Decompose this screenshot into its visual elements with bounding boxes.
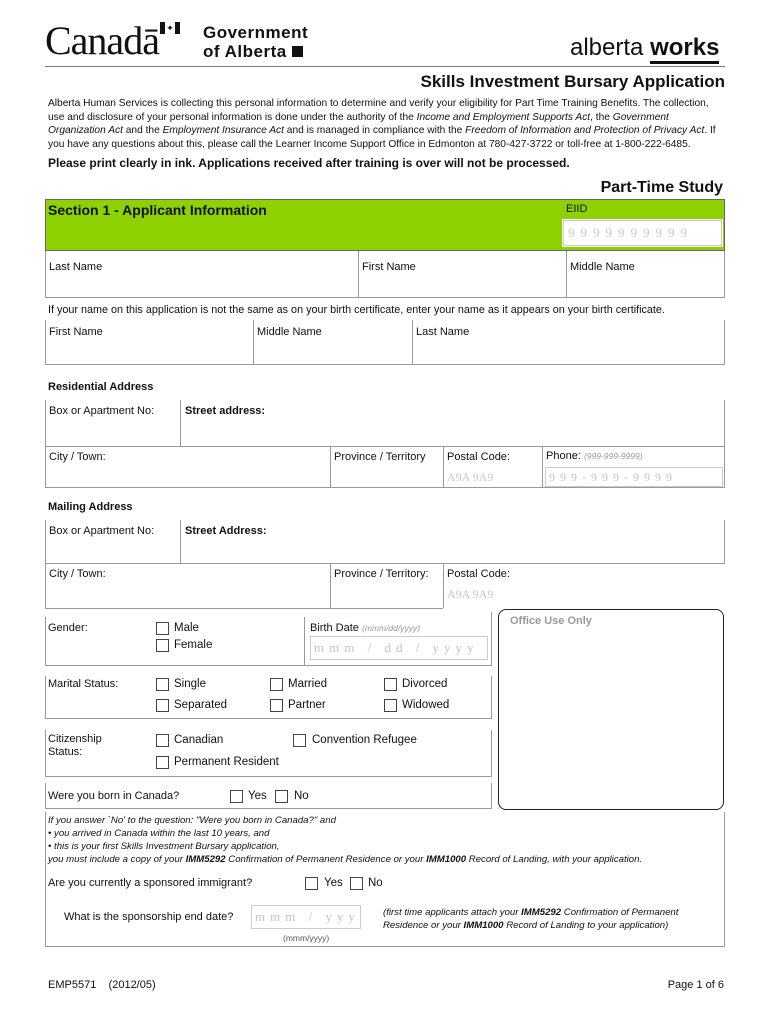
marital-widowed-checkbox[interactable] <box>384 699 397 712</box>
citizenship-canadian-label: Canadian <box>174 734 224 746</box>
res-city-field[interactable]: City / Town: <box>49 451 106 463</box>
marital-married-label: Married <box>288 678 327 690</box>
eiid-input[interactable]: 9999999999 <box>562 219 723 247</box>
brand-light: alberta <box>570 34 644 61</box>
canada-wordmark: Canadā <box>45 18 160 63</box>
form-code: EMP5571 (2012/05) <box>48 979 156 991</box>
last-name-field[interactable]: Last Name <box>49 261 102 273</box>
government-of-alberta-logo: Government of Alberta <box>203 23 308 61</box>
res-postal-label: Postal Code: <box>447 451 510 463</box>
gender-female-label: Female <box>174 639 213 651</box>
alberta-square-icon <box>291 46 303 57</box>
sponsored-yes-label: Yes <box>324 877 343 889</box>
print-notice: Please print clearly in ink. Application… <box>48 156 570 170</box>
mailing-heading: Mailing Address <box>48 501 133 513</box>
marital-partner-checkbox[interactable] <box>270 699 283 712</box>
gov-line1: Government <box>203 23 309 42</box>
res-street-field[interactable]: Street address: <box>185 405 265 417</box>
brand-bold: works <box>650 34 720 64</box>
gender-female-checkbox[interactable] <box>156 639 169 652</box>
mail-postal-input[interactable]: A9A 9A9 <box>447 587 493 602</box>
immigration-note: If you answer `No' to the question: "Wer… <box>48 815 643 865</box>
study-type: Part-Time Study <box>600 179 723 196</box>
born-in-canada-label: Were you born in Canada? <box>48 790 180 802</box>
citizenship-canadian-checkbox[interactable] <box>156 734 169 747</box>
citizenship-pr-checkbox[interactable] <box>156 756 169 769</box>
sponsored-label: Are you currently a sponsored immigrant? <box>48 877 253 889</box>
res-postal-input[interactable]: A9A 9A9 <box>447 470 493 485</box>
privacy-notice: Alberta Human Services is collecting thi… <box>48 98 716 150</box>
sponsored-no-label: No <box>368 877 383 889</box>
born-yes-label: Yes <box>248 790 267 802</box>
res-phone-input[interactable]: 999-999-9999 <box>545 467 723 487</box>
mail-street-field[interactable]: Street Address: <box>185 525 267 537</box>
sponsorship-note: (first time applicants attach your IMM52… <box>383 907 679 931</box>
canada-flag-icon: ✦ <box>160 22 180 34</box>
marital-single-label: Single <box>174 678 206 690</box>
bc-last-name-field[interactable]: Last Name <box>416 326 469 338</box>
marital-partner-label: Partner <box>288 699 326 711</box>
marital-separated-label: Separated <box>174 699 228 711</box>
residential-heading: Residential Address <box>48 381 154 393</box>
gender-label: Gender: <box>48 622 88 634</box>
marital-divorced-checkbox[interactable] <box>384 678 397 691</box>
citizenship-label: Citizenship Status: <box>48 733 102 758</box>
res-box-apt-field[interactable]: Box or Apartment No: <box>49 405 154 417</box>
marital-widowed-label: Widowed <box>402 699 450 711</box>
header-rule <box>45 66 725 67</box>
sponsored-yes-checkbox[interactable] <box>305 877 318 890</box>
birth-cert-name-row <box>45 320 725 365</box>
middle-name-field[interactable]: Middle Name <box>570 261 635 273</box>
page-title: Skills Investment Bursary Application <box>420 72 725 91</box>
citizenship-refugee-label: Convention Refugee <box>312 734 417 746</box>
gender-male-label: Male <box>174 622 199 634</box>
sponsorship-end-label: What is the sponsorship end date? <box>64 911 234 923</box>
section-title: Section 1 - Applicant Information <box>48 202 267 218</box>
page-number: Page 1 of 6 <box>667 979 724 991</box>
birth-date-input[interactable]: mmm / dd / yyyy <box>310 636 488 660</box>
mail-city-field[interactable]: City / Town: <box>49 568 106 580</box>
citizenship-pr-label: Permanent Resident <box>174 756 279 768</box>
sponsored-no-checkbox[interactable] <box>350 877 363 890</box>
sponsorship-end-hint: (mmm/yyyy) <box>283 933 330 943</box>
bc-middle-name-field[interactable]: Middle Name <box>257 326 322 338</box>
born-no-label: No <box>294 790 309 802</box>
mail-province-field[interactable]: Province / Territory: <box>334 568 429 580</box>
birth-cert-note: If your name on this application is not … <box>48 304 665 316</box>
office-use-box <box>498 609 724 810</box>
marital-separated-checkbox[interactable] <box>156 699 169 712</box>
marital-divorced-label: Divorced <box>402 678 448 690</box>
citizenship-refugee-checkbox[interactable] <box>293 734 306 747</box>
marital-married-checkbox[interactable] <box>270 678 283 691</box>
res-province-field[interactable]: Province / Territory <box>334 451 426 463</box>
name-row <box>45 251 725 298</box>
office-use-label: Office Use Only <box>510 615 592 627</box>
mail-box-apt-field[interactable]: Box or Apartment No: <box>49 525 154 537</box>
bc-first-name-field[interactable]: First Name <box>49 326 103 338</box>
birth-date-label: Birth Date (mmm/dd/yyyy) <box>310 622 421 634</box>
born-yes-checkbox[interactable] <box>230 790 243 803</box>
sponsorship-end-input[interactable]: mmm / yyyy <box>251 905 361 929</box>
res-phone-label: Phone: (999-999-9999) <box>546 450 643 462</box>
marital-single-checkbox[interactable] <box>156 678 169 691</box>
citizenship-block <box>45 730 492 777</box>
marital-label: Marital Status: <box>48 678 119 690</box>
eiid-label: EIID <box>566 203 588 215</box>
gov-line2: of Alberta <box>203 42 287 61</box>
mail-postal-label: Postal Code: <box>447 568 510 580</box>
alberta-works-logo: alberta works <box>570 34 720 64</box>
first-name-field[interactable]: First Name <box>362 261 416 273</box>
born-no-checkbox[interactable] <box>275 790 288 803</box>
gender-male-checkbox[interactable] <box>156 622 169 635</box>
